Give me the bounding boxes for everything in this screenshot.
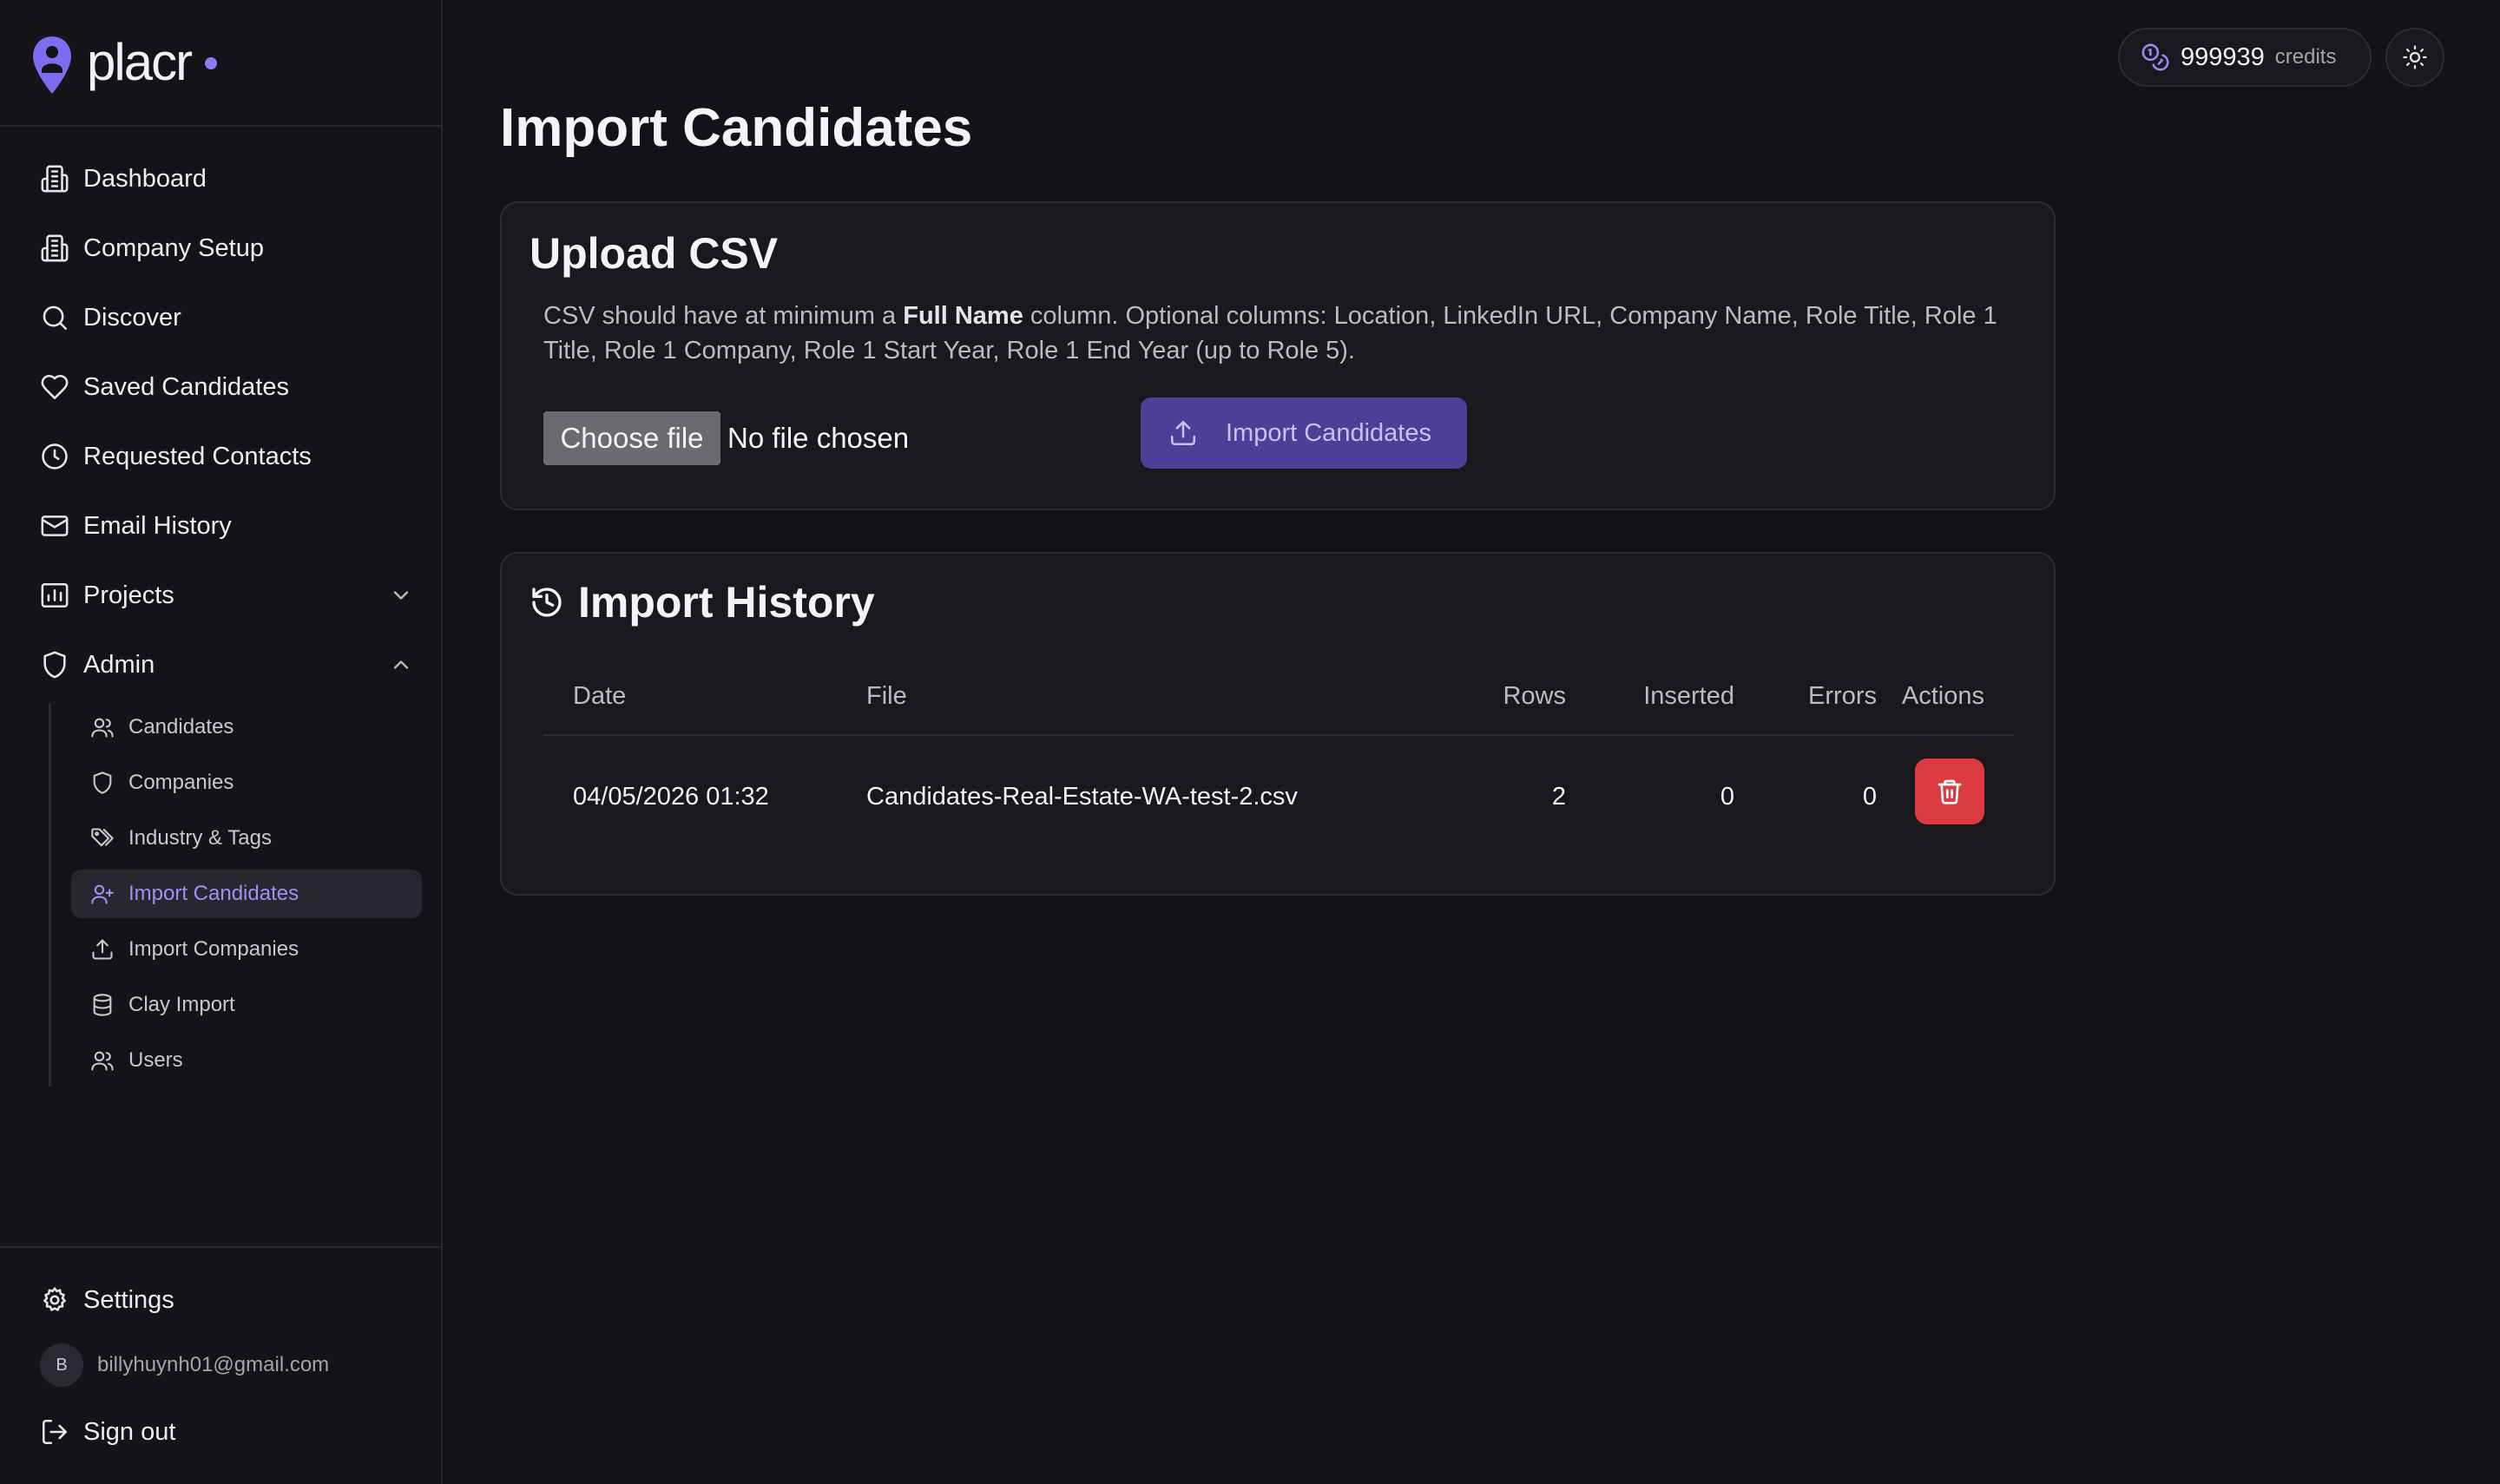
nav-item-settings[interactable]: Settings [40, 1274, 413, 1326]
column-header-file[interactable]: File [866, 679, 907, 713]
building-icon [41, 165, 69, 193]
import-button-label: Import Candidates [1226, 418, 1431, 447]
nav-label: Settings [83, 1285, 174, 1314]
users-icon [91, 718, 114, 738]
cell-inserted: 0 [1720, 783, 1734, 811]
shield-icon [93, 772, 112, 794]
sign-out-button[interactable]: Sign out [40, 1406, 413, 1458]
nav-item-saved-candidates[interactable]: Saved Candidates [40, 361, 413, 413]
nav-label: Dashboard [83, 164, 207, 193]
sidebar-item-import-candidates[interactable]: Import Candidates [71, 870, 422, 918]
import-candidates-button[interactable]: Import Candidates [1141, 397, 1467, 469]
search-icon [43, 305, 68, 331]
import-history-card: Import History Date File Rows Inserted E… [500, 552, 2056, 896]
credits-value: 999939 [2181, 43, 2265, 71]
table-header-divider [543, 734, 2014, 736]
sidebar-item-label: Import Companies [128, 937, 299, 961]
submenu-guide-line [49, 703, 51, 1087]
sidebar-item-clay-import[interactable]: Clay Import [71, 981, 422, 1029]
credits-label: credits [2274, 45, 2337, 69]
sidebar-item-label: Import Candidates [128, 882, 299, 905]
nav-label: Email History [83, 511, 232, 540]
sidebar-item-label: Candidates [128, 715, 234, 739]
nav-label: Saved Candidates [83, 372, 289, 401]
coins-icon [2141, 43, 2169, 71]
history-card-title: Import History [578, 578, 875, 627]
clock-icon [42, 443, 68, 469]
upload-card-title: Upload CSV [530, 229, 779, 278]
history-icon [532, 588, 562, 617]
logo-dot [205, 57, 217, 69]
chart-icon [41, 582, 69, 608]
sidebar-item-candidates[interactable]: Candidates [71, 703, 422, 752]
credits-badge[interactable]: 999939 credits [2118, 28, 2372, 87]
nav-item-dashboard[interactable]: Dashboard [40, 153, 413, 205]
sidebar: placr Dashboard Company Setup Discover S… [0, 0, 443, 1484]
nav-item-projects[interactable]: Projects [40, 569, 413, 621]
users-icon [91, 1051, 114, 1071]
column-header-actions: Actions [1901, 682, 1984, 710]
shield-icon [43, 651, 66, 679]
cell-errors: 0 [1862, 783, 1877, 811]
cell-rows: 2 [1551, 783, 1566, 811]
column-header-date[interactable]: Date [573, 679, 626, 713]
mail-icon [41, 515, 69, 536]
sidebar-item-import-companies[interactable]: Import Companies [71, 925, 422, 974]
sidebar-item-users[interactable]: Users [71, 1036, 422, 1085]
heart-icon [41, 374, 69, 400]
cell-file: Candidates-Real-Estate-WA-test-2.csv [866, 783, 1298, 811]
avatar[interactable]: B [40, 1343, 83, 1387]
user-email: billyhuynh01@gmail.com [97, 1353, 330, 1376]
building-icon [41, 234, 69, 262]
nav-item-company-setup[interactable]: Company Setup [40, 222, 413, 274]
sidebar-item-industry-tags[interactable]: Industry & Tags [71, 814, 422, 863]
chevron-up-icon [393, 660, 409, 669]
sidebar-item-label: Clay Import [128, 993, 235, 1016]
column-header-inserted[interactable]: Inserted [1587, 679, 1734, 713]
nav-item-email-history[interactable]: Email History [40, 500, 413, 552]
nav-label: Projects [83, 581, 174, 609]
nav-label: Admin [83, 650, 155, 679]
nav-label: Company Setup [83, 233, 264, 262]
column-header-rows[interactable]: Rows [1422, 679, 1566, 713]
nav-item-discover[interactable]: Discover [40, 292, 413, 344]
logo-wordmark: placr [87, 33, 193, 91]
app-root: placr Dashboard Company Setup Discover S… [0, 0, 2500, 1484]
file-status-text: No file chosen [727, 422, 910, 454]
sidebar-item-label: Users [128, 1048, 183, 1072]
upload-description: CSV should have at minimum a Full Name c… [543, 302, 1997, 364]
logo[interactable]: placr [0, 0, 441, 127]
theme-toggle-button[interactable] [2385, 28, 2444, 87]
upload-csv-card: Upload CSV CSV should have at minimum a … [500, 201, 2056, 510]
cell-date: 04/05/2026 01:32 [573, 783, 769, 811]
logout-icon [42, 1419, 68, 1445]
nav-item-requested-contacts[interactable]: Requested Contacts [40, 430, 413, 483]
tags-icon [91, 828, 114, 847]
chevron-down-icon [393, 591, 409, 600]
upload-icon [1170, 420, 1196, 446]
column-header-errors[interactable]: Errors [1752, 679, 1877, 713]
nav-label: Sign out [83, 1417, 176, 1446]
trash-icon [1938, 779, 1962, 804]
database-icon [93, 994, 112, 1016]
delete-import-button[interactable] [1915, 758, 1984, 824]
logo-pin-icon [33, 36, 71, 94]
sidebar-item-companies[interactable]: Companies [71, 758, 422, 807]
nav-label: Discover [83, 303, 181, 332]
sun-icon [2403, 45, 2427, 69]
sidebar-item-label: Industry & Tags [128, 826, 272, 850]
nav-label: Requested Contacts [83, 442, 312, 470]
page-title: Import Candidates [500, 98, 973, 158]
choose-file-button[interactable]: Choose file [543, 411, 720, 465]
upload-icon [92, 939, 113, 960]
sidebar-item-label: Companies [128, 771, 234, 794]
gear-icon [43, 1287, 66, 1311]
sidebar-footer-divider [0, 1246, 441, 1248]
nav-item-admin[interactable]: Admin [40, 639, 413, 691]
user-plus-icon [91, 884, 114, 904]
